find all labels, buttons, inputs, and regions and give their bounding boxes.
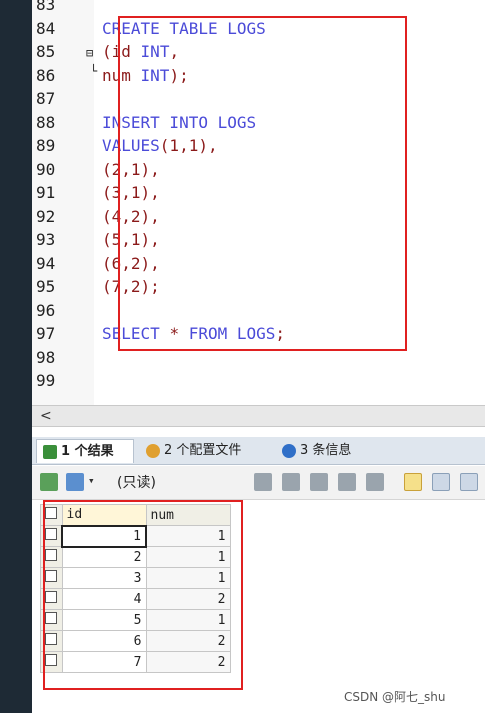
grid-export-icon[interactable] <box>40 473 58 491</box>
line-number: 92 <box>36 206 56 226</box>
line-number: 96 <box>36 300 56 320</box>
add-row-icon[interactable] <box>254 473 272 491</box>
result-tabs: 1 个结果 2 个配置文件 3 条信息 <box>32 437 485 465</box>
fold-minus-icon[interactable]: ⊟ <box>86 46 93 60</box>
text-view-icon[interactable] <box>460 473 478 491</box>
code-token: ( <box>102 42 112 61</box>
chevron-down-icon[interactable]: ▾ <box>88 474 95 487</box>
line-number: 89 <box>36 136 56 155</box>
tab-results-label: 1 个结果 <box>61 444 114 459</box>
tab-profiles-label: 2 个配置文件 <box>164 443 242 458</box>
horizontal-scrollbar[interactable]: < <box>32 405 485 427</box>
line-number: 83 <box>36 0 56 14</box>
delete-icon[interactable] <box>338 473 356 491</box>
line-number: 97 <box>36 324 56 343</box>
line-number: 93 <box>36 230 56 249</box>
left-panel-strip <box>0 0 32 713</box>
highlight-box-results <box>43 500 243 690</box>
grid-options-icon[interactable] <box>66 473 84 491</box>
scroll-left-arrow-icon[interactable]: < <box>40 408 52 424</box>
duplicate-row-icon[interactable] <box>282 473 300 491</box>
results-grid-area: id num 11213142516272 <box>32 500 485 713</box>
grid-view-icon[interactable] <box>404 473 422 491</box>
info-icon <box>282 443 296 458</box>
mode-select[interactable]: (只读) ⌄ <box>117 473 275 493</box>
line-number: 90 <box>36 159 56 179</box>
fold-line-icon: └ <box>90 64 98 78</box>
line-number: 95 <box>36 277 56 296</box>
line-number: 98 <box>36 347 56 367</box>
line-number: 88 <box>36 112 56 132</box>
watermark: CSDN @阿七_shu <box>344 690 446 704</box>
tab-messages[interactable]: 3 条信息 <box>276 439 372 463</box>
form-view-icon[interactable] <box>432 473 450 491</box>
line-number: 86 <box>36 65 56 85</box>
line-number: 84 <box>36 18 56 38</box>
result-grid-icon <box>43 444 57 459</box>
results-toolbar: ▾ (只读) ⌄ <box>32 466 485 500</box>
profile-icon <box>146 443 160 458</box>
refresh-icon[interactable] <box>366 473 384 491</box>
highlight-box-sql <box>118 16 407 351</box>
line-number: 99 <box>36 371 56 390</box>
line-number: 94 <box>36 253 56 273</box>
line-number: 91 <box>36 183 56 202</box>
mode-select-value: (只读) <box>117 475 156 491</box>
tab-profiles[interactable]: 2 个配置文件 <box>140 439 264 463</box>
tab-messages-label: 3 条信息 <box>300 443 352 458</box>
save-icon[interactable] <box>310 473 328 491</box>
line-number: 85 <box>36 42 56 61</box>
sql-editor[interactable]: 83 84 CREATE TABLE LOGS 85 (id INT, 86 num INT… <box>32 0 485 405</box>
line-number: 87 <box>36 89 56 108</box>
tab-results[interactable]: 1 个结果 <box>36 439 134 463</box>
